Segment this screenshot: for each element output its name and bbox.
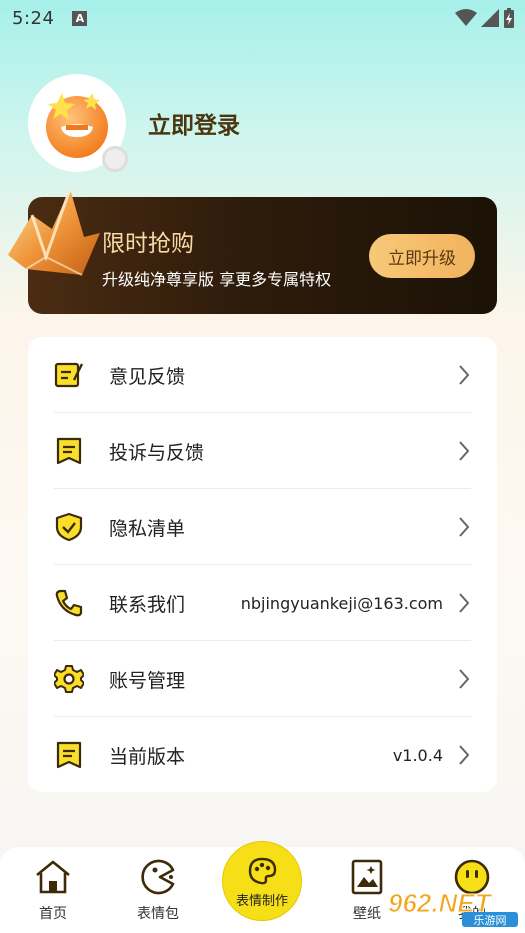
edit-note-icon [54, 362, 84, 388]
contact-email[interactable]: nbjingyuankeji@163.com [241, 594, 443, 613]
menu-item-feedback[interactable]: 意见反馈 [28, 337, 497, 413]
chevron-right-icon [459, 745, 470, 765]
picture-icon [351, 859, 383, 895]
version-note-icon [56, 741, 82, 769]
menu-item-version[interactable]: 当前版本 v1.0.4 [28, 717, 497, 793]
pacman-icon [141, 859, 175, 895]
wifi-icon [455, 9, 477, 26]
menu-label: 联系我们 [109, 593, 186, 616]
watermark-logo: 962.NET 乐游网 [388, 888, 518, 927]
status-time: 5:24 [12, 7, 55, 29]
shield-check-icon [55, 512, 83, 542]
vip-title: 限时抢购 [102, 231, 194, 257]
status-indicators [455, 8, 515, 28]
gear-icon [54, 665, 84, 693]
menu-label: 账号管理 [109, 669, 186, 692]
tab-home[interactable]: 首页 [13, 847, 93, 933]
login-link[interactable]: 立即登录 [148, 106, 240, 140]
tab-label: 表情制作 [235, 894, 288, 909]
tab-label: 表情包 [137, 906, 179, 922]
signal-icon [481, 9, 499, 27]
flag-note-icon [56, 437, 82, 465]
menu-item-account[interactable]: 账号管理 [28, 641, 497, 717]
gem-crown-icon [8, 188, 100, 276]
home-icon [36, 860, 70, 894]
chevron-right-icon [459, 593, 470, 613]
battery-icon [504, 8, 514, 28]
tab-label: 首页 [39, 906, 67, 922]
chevron-right-icon [459, 517, 470, 537]
menu-label: 隐私清单 [109, 517, 186, 540]
vip-subtitle: 升级纯净尊享版 享更多专属特权 [102, 270, 332, 289]
status-bar: 5:24 A [0, 0, 525, 36]
tab-emoji-pack[interactable]: 表情包 [118, 847, 198, 933]
menu-item-contact[interactable]: 联系我们 nbjingyuankeji@163.com [28, 565, 497, 641]
version-value: v1.0.4 [392, 745, 443, 765]
menu-item-complaint[interactable]: 投诉与反馈 [28, 413, 497, 489]
chevron-right-icon [459, 365, 470, 385]
notification-icon: A [72, 10, 88, 26]
avatar[interactable] [28, 74, 128, 172]
watermark-subtext: 乐游网 [474, 914, 507, 927]
menu-label: 意见反馈 [109, 365, 186, 388]
palette-icon [248, 857, 277, 885]
chevron-right-icon [459, 441, 470, 461]
menu-item-privacy[interactable]: 隐私清单 [28, 489, 497, 565]
settings-menu: 意见反馈 投诉与反馈 隐私清单 联系我们 nbjingyuankeji@163.… [28, 337, 497, 792]
phone-icon [55, 589, 83, 617]
chevron-right-icon [459, 669, 470, 689]
tab-make-emoji[interactable]: 表情制作 [222, 841, 302, 921]
menu-label: 投诉与反馈 [109, 441, 205, 464]
avatar-badge [102, 146, 128, 172]
profile-header[interactable]: 立即登录 [28, 74, 240, 172]
menu-label: 当前版本 [109, 745, 186, 768]
upgrade-button[interactable]: 立即升级 [369, 234, 475, 278]
